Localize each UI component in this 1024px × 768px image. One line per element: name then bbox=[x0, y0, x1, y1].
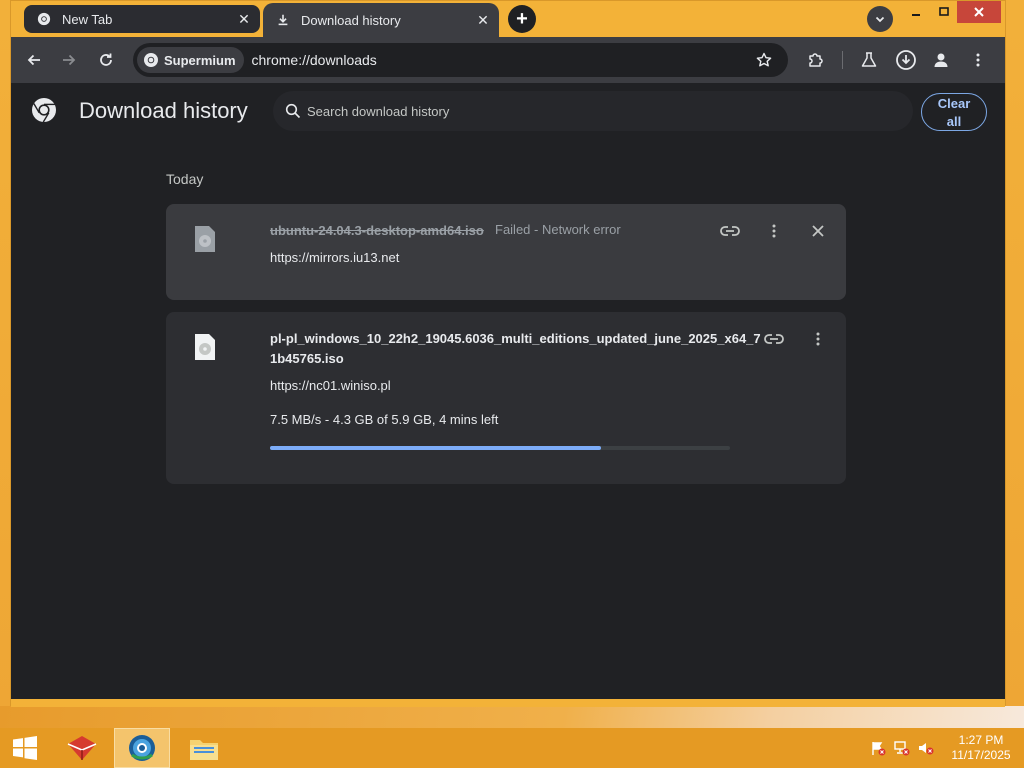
clear-all-label: Clear bbox=[937, 96, 971, 111]
clock-date: 11/17/2025 bbox=[951, 748, 1011, 762]
clear-all-label: all bbox=[946, 114, 962, 129]
bookmark-button[interactable] bbox=[752, 48, 776, 72]
tab-search-button[interactable] bbox=[867, 6, 893, 32]
menu-button[interactable] bbox=[963, 45, 993, 75]
plus-icon: + bbox=[516, 7, 528, 30]
minimize-button[interactable] bbox=[903, 1, 929, 23]
download-filename-line: 1b45765.iso bbox=[270, 351, 344, 366]
folder-icon bbox=[190, 740, 218, 760]
more-actions-button[interactable] bbox=[760, 217, 788, 245]
address-bar[interactable]: Supermium chrome://downloads bbox=[133, 43, 788, 77]
avatar-icon bbox=[934, 53, 948, 67]
download-filename[interactable]: pl-pl_windows_10_22h2_19045.6036_multi_e… bbox=[270, 329, 761, 369]
link-icon bbox=[764, 334, 784, 344]
search-icon bbox=[285, 103, 301, 119]
download-filename[interactable]: ubuntu-24.04.3-desktop-amd64.iso bbox=[270, 221, 484, 241]
download-progress-bar bbox=[270, 446, 730, 450]
tab-new-tab[interactable]: New Tab ✕ bbox=[24, 5, 260, 33]
window-bottom-border bbox=[11, 699, 1005, 707]
windows-logo-icon bbox=[13, 736, 37, 760]
system-tray: 1:27 PM 11/17/2025 bbox=[868, 728, 1014, 768]
page-title: Download history bbox=[79, 98, 248, 123]
download-filename-line: pl-pl_windows_10_22h2_19045.6036_multi_e… bbox=[270, 331, 761, 346]
chrome-logo-icon bbox=[32, 98, 56, 123]
more-vertical-icon bbox=[976, 53, 980, 67]
reload-icon bbox=[100, 53, 112, 66]
download-item-in-progress: pl-pl_windows_10_22h2_19045.6036_multi_e… bbox=[166, 312, 846, 484]
search-downloads-box[interactable] bbox=[273, 91, 913, 131]
clear-all-button[interactable]: Clear all bbox=[921, 93, 987, 131]
extensions-button[interactable] bbox=[801, 45, 831, 75]
chevron-down-icon bbox=[875, 16, 885, 23]
download-source-url[interactable]: https://nc01.winiso.pl bbox=[270, 378, 391, 393]
taskbar-app-toolbox[interactable] bbox=[54, 728, 110, 768]
close-icon bbox=[812, 225, 824, 237]
copy-link-button[interactable] bbox=[760, 325, 788, 353]
taskbar-app-file-explorer[interactable] bbox=[176, 728, 232, 768]
tab-close-icon[interactable]: ✕ bbox=[234, 9, 254, 29]
chrome-logo-icon bbox=[143, 52, 159, 68]
download-source-url[interactable]: https://mirrors.iu13.net bbox=[270, 250, 399, 265]
action-center-flag-icon[interactable] bbox=[868, 738, 888, 758]
download-progress-fill bbox=[270, 446, 602, 450]
maximize-button[interactable] bbox=[931, 1, 957, 23]
download-favicon-icon bbox=[275, 12, 291, 28]
maximize-icon bbox=[939, 7, 949, 16]
arrow-right-icon bbox=[63, 54, 76, 66]
arrow-left-icon bbox=[27, 54, 40, 66]
disc-file-icon bbox=[195, 226, 215, 252]
profile-button[interactable] bbox=[926, 45, 956, 75]
site-info-chip[interactable]: Supermium bbox=[137, 47, 244, 73]
supermium-icon bbox=[129, 735, 155, 761]
url-text[interactable]: chrome://downloads bbox=[252, 52, 377, 68]
more-vertical-icon bbox=[816, 332, 820, 346]
more-actions-button[interactable] bbox=[804, 325, 832, 353]
browser-toolbar: Supermium chrome://downloads bbox=[11, 37, 1005, 83]
taskbar-clock[interactable]: 1:27 PM 11/17/2025 bbox=[948, 733, 1014, 763]
browser-window: New Tab ✕ Download history ✕ + Supermium… bbox=[10, 0, 1006, 707]
disc-file-icon bbox=[195, 334, 215, 360]
toolbox-icon bbox=[67, 736, 97, 760]
downloads-button[interactable] bbox=[891, 45, 921, 75]
network-icon[interactable] bbox=[892, 738, 912, 758]
date-section-heading: Today bbox=[166, 171, 204, 187]
tab-title: Download history bbox=[301, 12, 401, 28]
tab-title: New Tab bbox=[62, 11, 113, 27]
close-icon bbox=[974, 7, 984, 17]
copy-link-button[interactable] bbox=[716, 217, 744, 245]
download-circle-icon bbox=[896, 50, 916, 70]
tab-close-icon[interactable]: ✕ bbox=[473, 10, 493, 30]
more-vertical-icon bbox=[772, 224, 776, 238]
reload-button[interactable] bbox=[91, 45, 121, 75]
new-tab-button[interactable]: + bbox=[508, 5, 536, 33]
star-icon bbox=[756, 52, 772, 67]
link-icon bbox=[720, 226, 740, 236]
start-button[interactable] bbox=[0, 728, 50, 768]
desktop-wallpaper-strip bbox=[0, 706, 1024, 728]
flask-icon bbox=[861, 52, 877, 67]
site-chip-label: Supermium bbox=[164, 52, 236, 68]
page-header: Download history Clear all bbox=[11, 83, 1005, 139]
download-status: Failed - Network error bbox=[495, 222, 621, 237]
minimize-icon bbox=[912, 14, 920, 16]
back-button[interactable] bbox=[19, 45, 49, 75]
download-item-failed: ubuntu-24.04.3-desktop-amd64.iso Failed … bbox=[166, 204, 846, 300]
volume-muted-icon[interactable] bbox=[916, 738, 936, 758]
search-input[interactable] bbox=[307, 103, 867, 119]
tab-download-history[interactable]: Download history ✕ bbox=[263, 3, 499, 37]
taskbar-app-supermium[interactable] bbox=[114, 728, 170, 768]
puzzle-icon bbox=[809, 53, 823, 67]
forward-button[interactable] bbox=[54, 45, 84, 75]
close-window-button[interactable] bbox=[957, 1, 1001, 23]
clock-time: 1:27 PM bbox=[958, 733, 1004, 747]
taskbar: 1:27 PM 11/17/2025 bbox=[0, 728, 1024, 768]
tab-strip: New Tab ✕ Download history ✕ + bbox=[11, 1, 1005, 37]
toolbar-divider bbox=[842, 51, 843, 69]
downloads-page: Download history Clear all Today ubuntu-… bbox=[11, 83, 1005, 699]
download-progress-text: 7.5 MB/s - 4.3 GB of 5.9 GB, 4 mins left bbox=[270, 412, 499, 427]
remove-download-button[interactable] bbox=[804, 217, 832, 245]
labs-button[interactable] bbox=[854, 45, 884, 75]
chrome-favicon-icon bbox=[36, 11, 52, 27]
